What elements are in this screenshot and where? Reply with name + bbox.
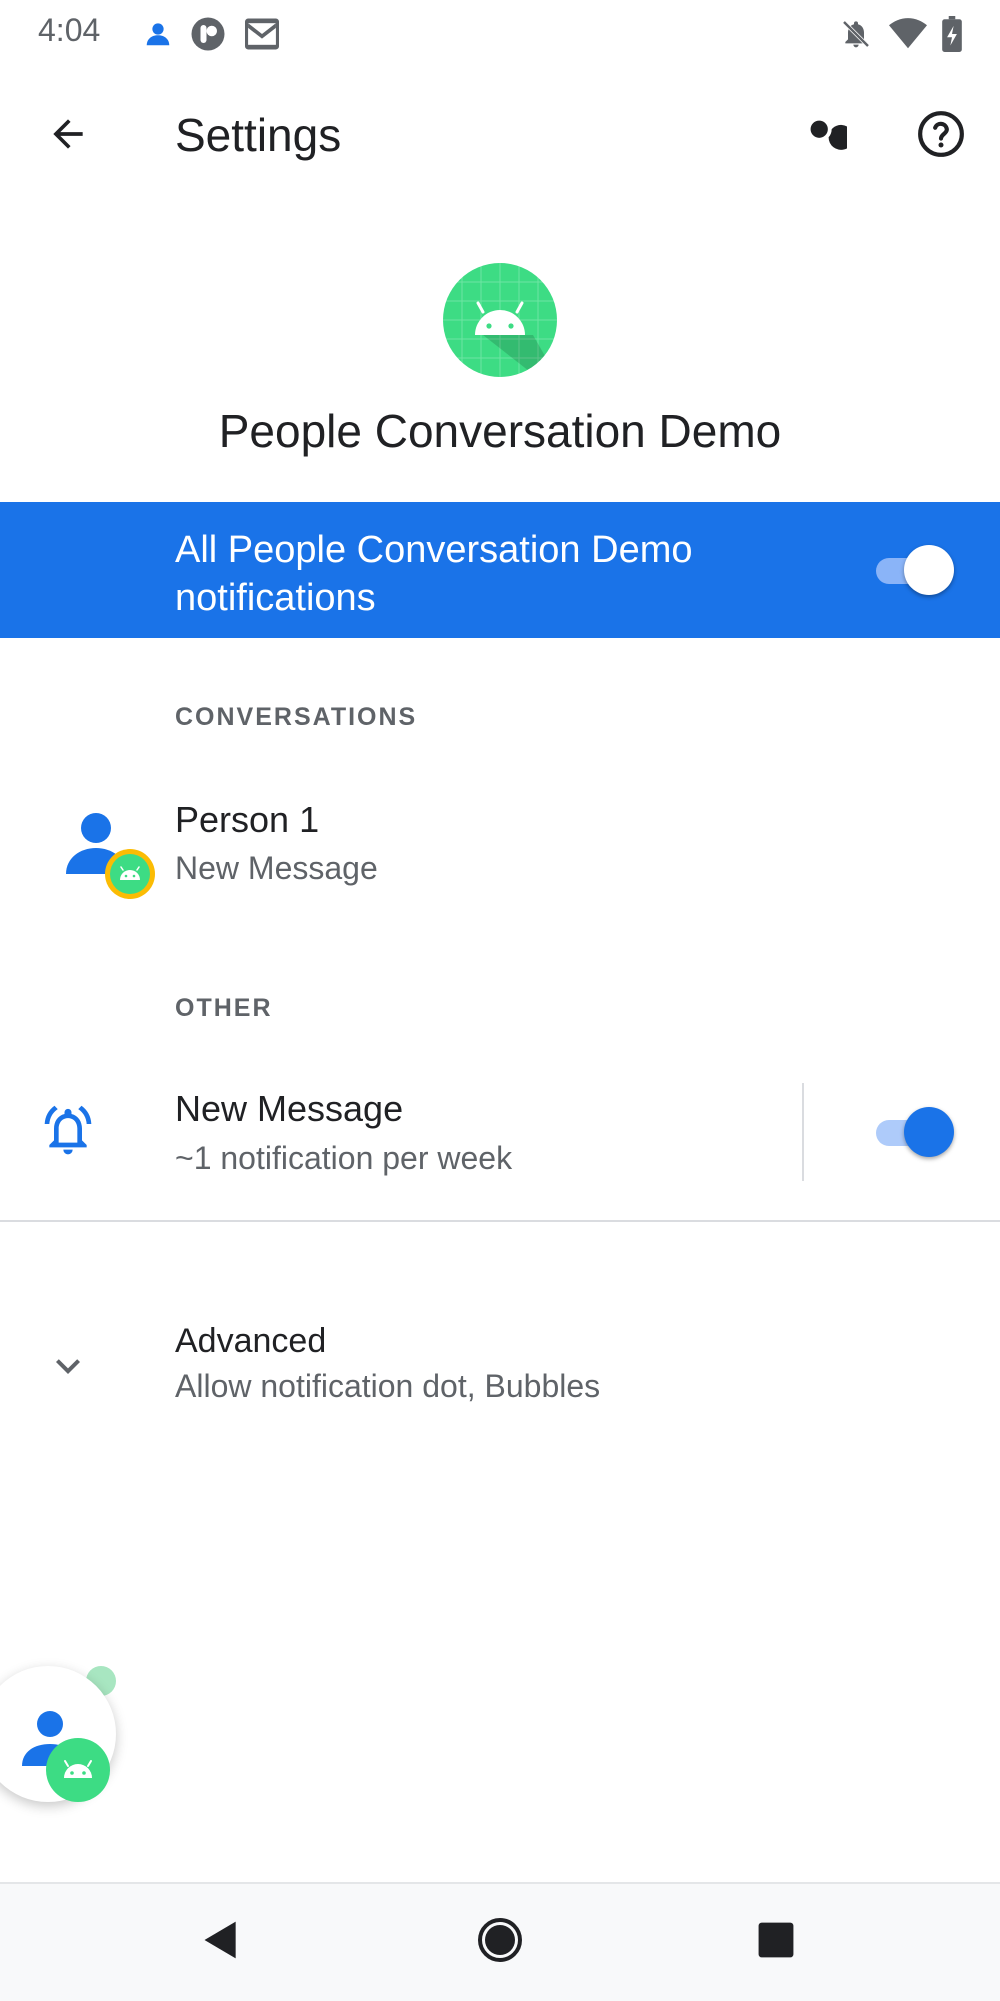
new-message-switch[interactable] [870,1107,954,1157]
battery-charging-icon [932,14,972,54]
all-notifications-switch[interactable] [870,545,954,595]
nav-recents-icon [757,1921,795,1964]
nav-recents-button[interactable] [726,1892,826,1992]
vertical-divider [802,1083,804,1181]
status-time: 4:04 [38,12,101,48]
advanced-subtitle: Allow notification dot, Bubbles [175,1368,601,1404]
arrow-back-icon [46,112,90,161]
conversations-section-header: CONVERSATIONS [175,703,418,731]
search-icon [801,111,854,162]
notifications-off-icon [836,14,876,54]
help-icon [916,109,966,164]
search-button[interactable] [784,96,864,176]
nav-home-button[interactable] [450,1892,550,1992]
person-icon [138,14,178,54]
channel-item-new-message[interactable]: New Message ~1 notification per week [0,1070,800,1190]
help-button[interactable] [901,96,981,176]
all-notifications-label: All People Conversation Demo notificatio… [175,529,693,619]
app-circle-icon [188,14,228,54]
channel-title: New Message [175,1088,404,1129]
advanced-item[interactable]: Advanced Allow notification dot, Bubbles [0,1300,1000,1420]
other-section-header: OTHER [175,994,273,1022]
nav-back-icon [199,1918,243,1967]
navigation-bar [0,1882,1000,2001]
conversation-title: Person 1 [175,799,320,840]
person-avatar-icon [62,806,162,906]
nav-home-icon [476,1916,524,1969]
gmail-icon [242,14,282,54]
section-divider [0,1220,1000,1222]
notification-bell-icon [40,1103,96,1159]
nav-back-button[interactable] [171,1892,271,1992]
conversation-subtitle: New Message [175,850,378,886]
back-button[interactable] [28,96,108,176]
conversation-item-person-1[interactable]: Person 1 New Message [0,768,1000,918]
android-icon [443,263,557,377]
bubble-person-icon [8,1700,118,1810]
page-title: Settings [175,109,342,161]
advanced-title: Advanced [175,1322,327,1360]
chevron-down-icon [44,1342,92,1390]
channel-subtitle: ~1 notification per week [175,1140,513,1176]
app-name: People Conversation Demo [218,405,782,457]
wifi-icon [888,14,928,54]
all-notifications-toggle-row[interactable]: All People Conversation Demo notificatio… [0,502,1000,638]
